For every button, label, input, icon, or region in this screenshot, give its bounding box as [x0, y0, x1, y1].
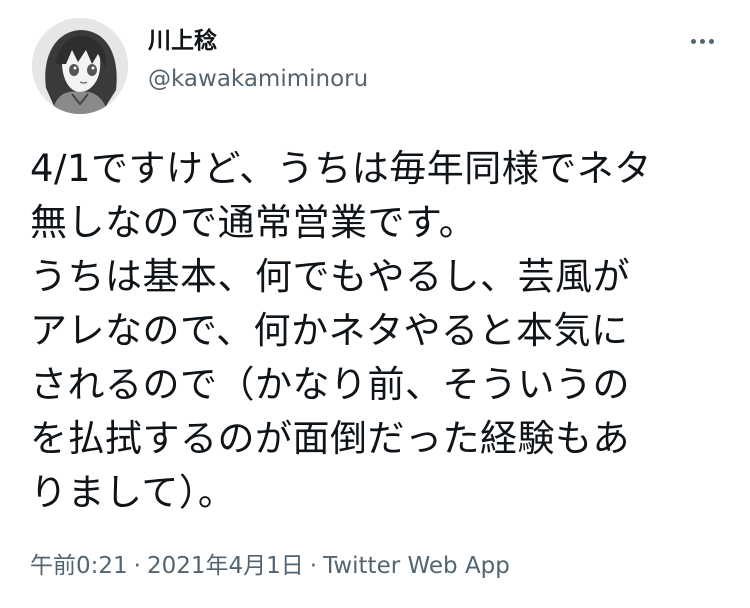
author-handle[interactable]: @kawakamiminoru	[148, 64, 368, 94]
meta-separator: ·	[133, 553, 141, 579]
meta-separator: ·	[309, 553, 318, 579]
tweet-time[interactable]: 午前0:21	[30, 553, 128, 579]
tweet-text-line: 4/1ですけど、うちは毎年同様でネタ	[30, 147, 652, 190]
tweet-metadata: 午前0:21 · 2021年4月1日 · Twitter Web App	[30, 550, 510, 582]
anime-character-avatar-icon	[32, 18, 128, 114]
more-horizontal-icon-dot	[708, 38, 714, 44]
tweet-text-line: を払拭するのが面倒だった経験もあ	[30, 417, 630, 460]
tweet-source[interactable]: Twitter Web App	[323, 553, 510, 579]
tweet-text-line: されるので（かなり前、そういうの	[30, 363, 630, 406]
tweet-text-line: うちは基本、何でもやるし、芸風が	[30, 255, 630, 298]
more-horizontal-icon-dot	[699, 38, 705, 44]
more-horizontal-icon	[690, 38, 696, 44]
tweet-date[interactable]: 2021年4月1日	[147, 553, 304, 579]
author-display-name[interactable]: 川上稔	[148, 26, 217, 56]
avatar[interactable]	[32, 18, 128, 114]
tweet-text-line: りまして）。	[30, 471, 236, 514]
tweet-text: 4/1ですけど、うちは毎年同様でネタ 無しなので通常営業です。 うちは基本、何で…	[30, 142, 730, 520]
more-options-button[interactable]	[682, 26, 722, 56]
tweet-text-line: 無しなので通常営業です。	[30, 201, 477, 244]
tweet-text-line: アレなので、何かネタやると本気に	[30, 309, 629, 352]
